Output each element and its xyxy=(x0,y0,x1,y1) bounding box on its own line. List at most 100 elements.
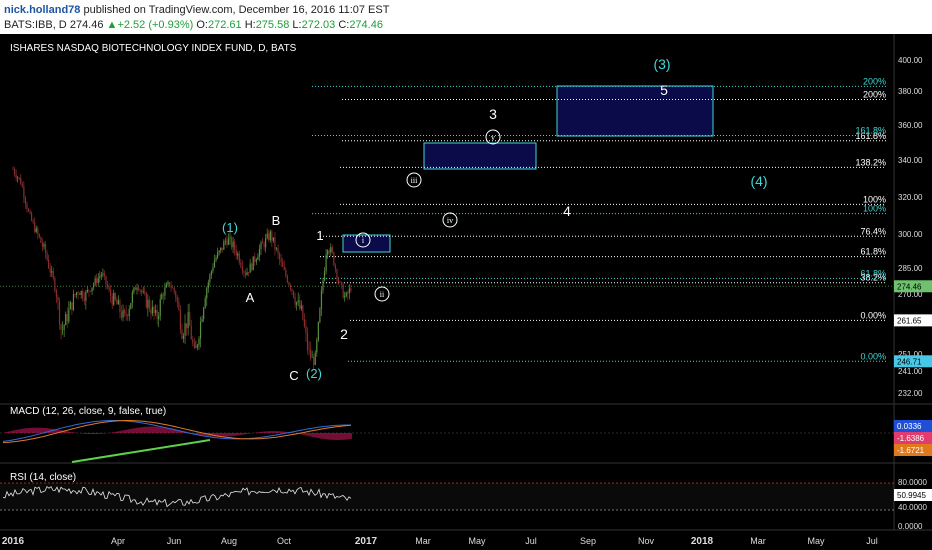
candle-body xyxy=(116,299,118,305)
rsi-label: RSI (14, close) xyxy=(10,472,76,483)
candle-body xyxy=(311,357,313,359)
author-link[interactable]: nick.holland78 xyxy=(4,4,80,16)
fib-level-label: 161.8% xyxy=(855,126,886,136)
candle-body xyxy=(232,241,234,248)
time-tick-label: Mar xyxy=(750,536,766,546)
tradingview-chart-snapshot: nick.holland78 published on TradingView.… xyxy=(0,0,932,550)
time-tick-label: 2018 xyxy=(691,536,714,547)
candle-body xyxy=(255,259,257,262)
candle-body xyxy=(327,250,329,255)
fib-level-label: 138.2% xyxy=(855,157,886,167)
candle-body xyxy=(218,250,220,253)
candle-body xyxy=(52,271,54,278)
symbol-label: BATS:IBB, D xyxy=(4,19,67,31)
candle-body xyxy=(325,254,327,272)
candle-body xyxy=(285,269,287,276)
candle-body xyxy=(68,309,70,322)
fib-level-label: 200% xyxy=(863,76,886,86)
candle-body xyxy=(94,278,96,285)
candle-body xyxy=(277,248,279,254)
candle-body xyxy=(288,282,290,285)
candle-body xyxy=(102,273,104,275)
candle-body xyxy=(204,298,206,308)
candle-body xyxy=(48,259,50,269)
candle-body xyxy=(155,310,157,313)
candle-body xyxy=(137,287,140,291)
candle-body xyxy=(317,322,319,341)
candle-body xyxy=(57,296,59,301)
fib-level-label: 61.8% xyxy=(860,247,886,257)
candle-body xyxy=(130,303,132,309)
candle-body xyxy=(342,284,344,298)
candle-body xyxy=(244,272,247,276)
candle-body xyxy=(254,256,256,262)
time-tick-label: Oct xyxy=(277,536,292,546)
candle-body xyxy=(235,249,237,256)
candle-body xyxy=(158,315,160,320)
candle-body xyxy=(178,301,180,310)
candle-body xyxy=(80,290,82,296)
candle-body xyxy=(251,263,253,271)
candle-body xyxy=(125,313,127,316)
candle-body xyxy=(128,308,130,317)
candle-body xyxy=(103,273,106,276)
candle-body xyxy=(316,340,318,353)
candle-body xyxy=(55,290,57,297)
candle-body xyxy=(260,242,262,250)
candle-body xyxy=(136,287,138,290)
last-price: 274.46 xyxy=(69,19,104,31)
fib-level-label: 0.00% xyxy=(860,351,886,361)
candle-body xyxy=(265,238,267,248)
candle-body xyxy=(313,357,315,365)
candle-body xyxy=(131,292,133,304)
candle-body xyxy=(187,312,189,329)
candle-body xyxy=(314,352,316,365)
candle-body xyxy=(302,305,304,320)
rsi-badge-text: 50.9945 xyxy=(897,491,926,500)
candle-body xyxy=(300,305,302,309)
candle-body xyxy=(257,256,259,260)
candle-body xyxy=(72,293,75,310)
time-tick-label: May xyxy=(807,536,825,546)
candle-body xyxy=(144,291,146,293)
candle-body xyxy=(88,289,90,292)
candle-body xyxy=(69,302,71,310)
candle-body xyxy=(297,300,299,303)
candle-body xyxy=(291,288,293,291)
candle-body xyxy=(274,237,276,249)
candle-body xyxy=(348,288,350,294)
candle-body xyxy=(227,238,230,245)
candle-body xyxy=(54,277,56,291)
candle-body xyxy=(29,211,31,214)
candle-body xyxy=(269,231,271,241)
candle-body xyxy=(237,253,239,256)
price-badge-text: 261.65 xyxy=(897,316,922,325)
candle-body xyxy=(119,300,121,313)
candle-body xyxy=(212,267,214,272)
candle-body xyxy=(268,233,270,241)
candle-body xyxy=(344,295,346,298)
candle-body xyxy=(195,347,197,349)
candle-body xyxy=(15,174,17,179)
candle-body xyxy=(124,310,126,314)
candle-body xyxy=(282,261,284,268)
candle-body xyxy=(151,306,154,314)
rsi-tick-label: 80.0000 xyxy=(898,478,927,487)
candle-body xyxy=(65,314,67,326)
candle-body xyxy=(164,287,166,296)
candle-body xyxy=(51,271,53,273)
candle-body xyxy=(148,299,150,310)
candle-body xyxy=(13,169,16,175)
candle-body xyxy=(162,294,164,296)
fib-level-label: 61.8% xyxy=(860,268,886,278)
candle-body xyxy=(63,325,65,330)
candle-body xyxy=(305,326,307,334)
candle-body xyxy=(347,292,349,294)
candle-body xyxy=(32,220,34,223)
candle-body xyxy=(113,293,115,305)
wave-label: 2 xyxy=(340,326,348,342)
chart-canvas[interactable]: ISHARES NASDAQ BIOTECHNOLOGY INDEX FUND,… xyxy=(0,34,932,550)
wave-label: iv xyxy=(447,216,453,225)
candle-body xyxy=(322,280,324,291)
price-tick-label: 241.00 xyxy=(898,367,923,376)
